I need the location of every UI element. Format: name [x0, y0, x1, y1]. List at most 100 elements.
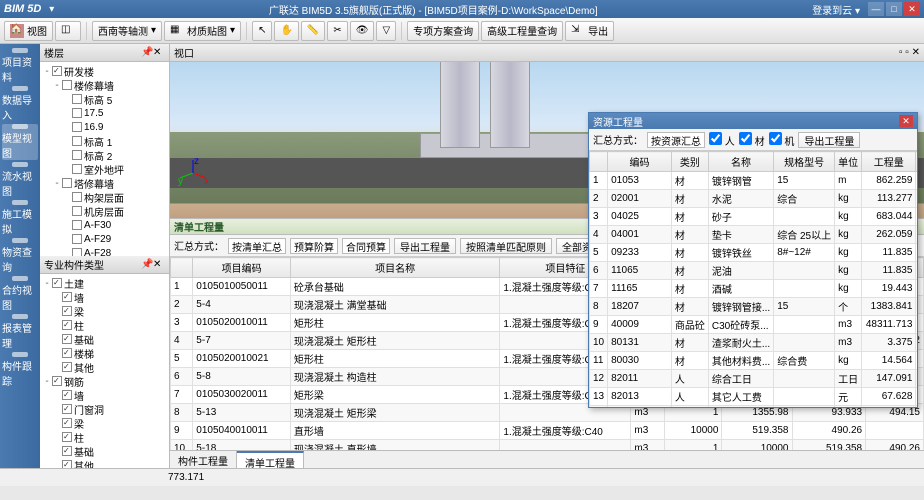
resource-grid[interactable]: 编码类别名称规格型号单位工程量单价合价(元)101053材镀锌钢管15m862.…: [589, 151, 917, 407]
advanced-query-button[interactable]: 高级工程量查询: [481, 21, 563, 41]
tree-node[interactable]: 构架层面: [42, 190, 167, 204]
tool-arrow[interactable]: ↖: [252, 21, 272, 41]
filter-machine[interactable]: 机: [769, 132, 795, 148]
col-header[interactable]: 类别: [671, 152, 708, 172]
resource-window[interactable]: 资源工程量 ✕ 汇总方式： 按资源汇总 人 材 机 导出工程量 编码类别名称规格…: [588, 112, 918, 408]
col-header[interactable]: [590, 152, 608, 172]
tree-node[interactable]: -塔修幕墙: [42, 176, 167, 190]
budget-dropdown[interactable]: 预算阶算: [290, 238, 338, 254]
tree-node[interactable]: 梁: [42, 304, 167, 318]
table-row[interactable]: 711165材酒碱kg19.4434.6790.8: [590, 280, 918, 298]
tree-node[interactable]: 室外地坪: [42, 162, 167, 176]
contract-dropdown[interactable]: 合同预算: [342, 238, 390, 254]
table-row[interactable]: 611065材泥油kg11.8357.386.39: [590, 262, 918, 280]
col-header[interactable]: 编码: [608, 152, 672, 172]
tree-node[interactable]: 标高 5: [42, 92, 167, 106]
tab-list-qty[interactable]: 清单工程量: [237, 451, 304, 468]
col-header[interactable]: 单位: [835, 152, 862, 172]
pin-icon[interactable]: 📌: [141, 47, 153, 58]
table-row[interactable]: 304025材砂子kg683.0440.0427.32: [590, 208, 918, 226]
panel-close-icon[interactable]: ✕: [153, 259, 165, 270]
tree-node[interactable]: A-F28: [42, 246, 167, 256]
res-method-dropdown[interactable]: 按资源汇总: [647, 132, 705, 148]
res-export-button[interactable]: 导出工程量: [798, 132, 860, 148]
rail-物资查询[interactable]: 物资查询: [2, 238, 38, 274]
table-row[interactable]: 1382013人其它人工费元67.628167.63: [590, 388, 918, 406]
special-query-button[interactable]: 专项方案查询: [407, 21, 479, 41]
col-header[interactable]: [171, 258, 193, 278]
table-row[interactable]: 940009商品砼C30砼砖泵...m348311.71341019810002…: [590, 316, 918, 334]
axis-dropdown[interactable]: 西南等轴测 ▾: [92, 21, 162, 41]
col-header[interactable]: 工程量: [862, 152, 916, 172]
pin-icon[interactable]: 📌: [141, 259, 153, 270]
col-header[interactable]: 单价: [916, 152, 917, 172]
table-row[interactable]: 1180030材其他材料费...综合费kg14.5644806990.72: [590, 352, 918, 370]
tree-node[interactable]: 标高 1: [42, 134, 167, 148]
tool-filter[interactable]: ▽: [376, 21, 396, 41]
rail-构件跟踪[interactable]: 构件跟踪: [2, 352, 38, 388]
tree-node[interactable]: 柱: [42, 318, 167, 332]
filter-person[interactable]: 人: [709, 132, 735, 148]
rail-数据导入[interactable]: 数据导入: [2, 86, 38, 122]
viewport-menu-icon[interactable]: ▫ ▫ ✕: [899, 47, 920, 58]
tree-node[interactable]: -土建: [42, 276, 167, 290]
cloud-login[interactable]: 登录到云 ▾: [812, 2, 860, 17]
minimize-button[interactable]: —: [868, 2, 884, 16]
table-row[interactable]: 105-18现浇混凝土 直形墙m3110000519.358490.26: [171, 440, 924, 451]
col-header[interactable]: 项目编码: [193, 258, 291, 278]
tree-node[interactable]: 机房层面: [42, 204, 167, 218]
tree-node[interactable]: 梁: [42, 416, 167, 430]
tree-node[interactable]: -楼修幕墙: [42, 78, 167, 92]
tree-node[interactable]: 基础: [42, 332, 167, 346]
type-tree[interactable]: -土建墙梁柱基础楼梯其他-钢筋墙门窗洞梁柱基础其他-给排水管道(水)阀门法兰(水…: [40, 274, 169, 468]
tree-node[interactable]: 其他: [42, 360, 167, 374]
floor-tree[interactable]: -研发楼-楼修幕墙标高 517.516.9标高 1标高 2室外地坪-塔修幕墙构架…: [40, 62, 169, 256]
export-button[interactable]: ⇲导出: [565, 21, 614, 41]
tree-node[interactable]: A-F30: [42, 218, 167, 232]
resource-titlebar[interactable]: 资源工程量 ✕: [589, 113, 917, 129]
tool-section[interactable]: ✂: [327, 21, 347, 41]
rail-流水视图[interactable]: 流水视图: [2, 162, 38, 198]
tool-hide[interactable]: 👁: [350, 21, 375, 41]
table-row[interactable]: 101053材镀锌钢管15m862.2593.993440.41: [590, 172, 918, 190]
tree-node[interactable]: 基础: [42, 444, 167, 458]
rail-报表管理[interactable]: 报表管理: [2, 314, 38, 350]
tool-measure[interactable]: 📏: [301, 21, 325, 41]
tree-node[interactable]: 柱: [42, 430, 167, 444]
tree-node[interactable]: 门窗洞: [42, 402, 167, 416]
tree-node[interactable]: 楼梯: [42, 346, 167, 360]
rail-模型视图[interactable]: 模型视图: [2, 124, 38, 160]
tree-node[interactable]: 16.9: [42, 120, 167, 134]
rail-项目资料[interactable]: 项目资料: [2, 48, 38, 84]
tree-node[interactable]: 墙: [42, 290, 167, 304]
close-button[interactable]: ✕: [904, 2, 920, 16]
tree-node[interactable]: 17.5: [42, 106, 167, 120]
table-row[interactable]: 404001材垫卡综合 25以上kg262.0590.45117.93: [590, 226, 918, 244]
col-header[interactable]: 项目名称: [290, 258, 500, 278]
tree-node[interactable]: -研发楼: [42, 64, 167, 78]
resource-close-button[interactable]: ✕: [899, 115, 913, 127]
tree-node[interactable]: A-F29: [42, 232, 167, 246]
table-row[interactable]: 1282011人综合工日工日147.09132.534784.88: [590, 370, 918, 388]
table-row[interactable]: 1484004机超材料元31746.666131746.65: [590, 406, 918, 408]
table-row[interactable]: 818207材镀锌钢管接...15个1383.8410.52719.6: [590, 298, 918, 316]
method-dropdown[interactable]: 按清单汇总: [228, 238, 286, 254]
table-row[interactable]: 202001材水泥综合kg113.2770.3741.91: [590, 190, 918, 208]
rail-施工模拟[interactable]: 施工模拟: [2, 200, 38, 236]
tree-node[interactable]: 其他: [42, 458, 167, 468]
table-row[interactable]: 509233材镀锌铁丝8#~12#kg11.8353.8545.56: [590, 244, 918, 262]
tree-node[interactable]: -钢筋: [42, 374, 167, 388]
view-button[interactable]: 🏠视图: [4, 21, 53, 41]
view-mode-button[interactable]: ◫: [55, 21, 81, 41]
tab-component-qty[interactable]: 构件工程量: [170, 451, 237, 468]
table-row[interactable]: 1080131材渣浆耐火土...m33.37570236.23: [590, 334, 918, 352]
tree-node[interactable]: 墙: [42, 388, 167, 402]
col-header[interactable]: 名称: [708, 152, 773, 172]
material-map-button[interactable]: ▦材质贴图 ▾: [164, 21, 241, 41]
filter-material[interactable]: 材: [739, 132, 765, 148]
maximize-button[interactable]: □: [886, 2, 902, 16]
export-qty-button[interactable]: 导出工程量: [394, 238, 456, 254]
match-button[interactable]: 按照清单匹配原则: [460, 238, 552, 254]
tree-node[interactable]: 标高 2: [42, 148, 167, 162]
table-row[interactable]: 90105040010011直形墙1.混凝土强度等级:C40m310000519…: [171, 422, 924, 440]
